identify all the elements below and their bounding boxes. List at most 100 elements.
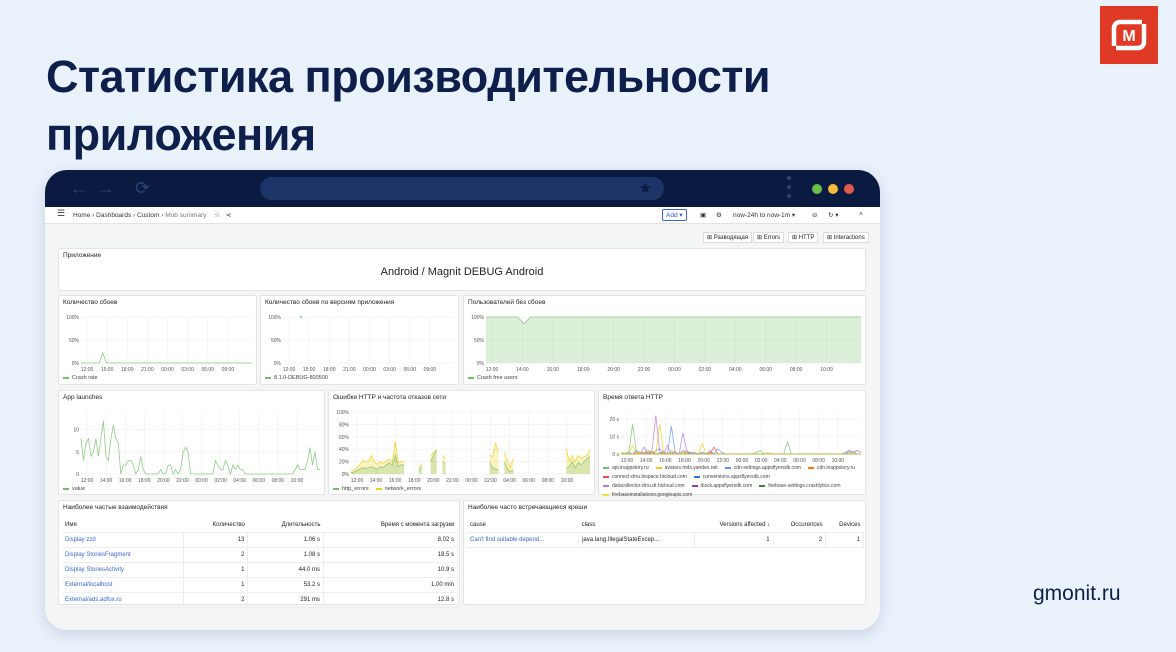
- row-link[interactable]: External/ads.adfox.ru: [65, 597, 122, 603]
- table-row: Display zzd 13 1.06 s 8.02 s: [62, 532, 459, 548]
- y-tick-label: 100%: [66, 315, 79, 321]
- back-icon[interactable]: ←: [70, 178, 88, 199]
- row-link[interactable]: Display zzd: [65, 537, 96, 543]
- legend-label: avatars.mds.yandex.net: [664, 465, 718, 471]
- legend-label: firebaseinstallations.googleapis.com: [612, 492, 693, 498]
- panel-http-errors: Ошибки HTTP и частота отказов сети 0% 20% 4…: [328, 390, 595, 495]
- legend-label: Crash rate: [72, 375, 98, 381]
- legend-item[interactable]: Crash free users: [468, 375, 518, 381]
- x-tick-label: 00:00: [195, 478, 208, 484]
- x-tick-label: 06:00: [252, 478, 265, 484]
- column-header[interactable]: Количество: [183, 518, 248, 533]
- legend-item[interactable]: 8.1.0-DEBUG-800500: [265, 375, 328, 381]
- table-row: External/localhost 1 53.2 s 1.00 min: [62, 577, 459, 593]
- legend-item[interactable]: network_errors: [375, 486, 421, 492]
- legend-item[interactable]: cdn-settings.appsflyersdk.com: [724, 465, 801, 471]
- legend-item[interactable]: connect-drru.hispace.hicloud.com: [603, 474, 687, 480]
- table-cell: 44.0 ms: [247, 562, 324, 578]
- breadcrumb-home[interactable]: Home: [73, 212, 90, 219]
- legend-item[interactable]: avatars.mds.yandex.net: [655, 465, 718, 471]
- address-bar[interactable]: ★: [260, 177, 664, 200]
- legend-item[interactable]: http_errors: [333, 486, 369, 492]
- legend-item[interactable]: cdn.inappstory.ru: [807, 465, 855, 471]
- favorite-star-icon[interactable]: ☆: [214, 212, 220, 219]
- link-interactions[interactable]: ⊞ Interactions: [823, 232, 869, 243]
- column-header[interactable]: Длительность: [247, 518, 324, 533]
- link-http[interactable]: ⊞ HTTP: [788, 232, 819, 243]
- x-tick-label: 09:00: [222, 367, 235, 373]
- legend-item[interactable]: value: [63, 486, 85, 492]
- row-link[interactable]: Can't find suitable depend...: [470, 537, 544, 543]
- row-link[interactable]: External/localhost: [65, 582, 112, 588]
- legend-label: Crash free users: [477, 375, 518, 381]
- time-range-picker[interactable]: now-24h to now-1m ▾: [733, 211, 795, 219]
- crash-chart: 0% 50% 100% 12:00 15:00 18:00 21:00 00:00 03:00 0…: [66, 315, 252, 373]
- kebab-menu-icon[interactable]: [787, 176, 791, 203]
- y-tick-label: 80%: [339, 422, 350, 428]
- column-header[interactable]: Versions affected ↓: [694, 518, 774, 533]
- link-razvodyashaya[interactable]: ⊞ Разводящая: [703, 232, 753, 243]
- x-tick-label: 16:00: [389, 478, 402, 484]
- column-header[interactable]: cause: [467, 518, 579, 533]
- column-header[interactable]: class: [578, 518, 695, 533]
- legend-item[interactable]: conversions.appsflyersdk.com: [693, 474, 770, 480]
- x-tick-label: 18:00: [577, 367, 590, 373]
- app-panel: Приложение Android / Magnit DEBUG Androi…: [58, 248, 866, 291]
- table-cell: 1.00 min: [323, 577, 459, 593]
- legend-item[interactable]: Crash rate: [63, 375, 98, 381]
- legend-swatch: [603, 475, 609, 478]
- collapse-icon[interactable]: ˄: [859, 211, 863, 218]
- reload-icon[interactable]: ⟳: [135, 178, 150, 199]
- row-link[interactable]: Display StoriesFragment: [65, 552, 131, 558]
- row-link[interactable]: Display StoriesActivity: [65, 567, 124, 573]
- table-row: Can't find suitable depend... java.lang.I…: [467, 532, 864, 548]
- legend-item[interactable]: firebase-settings.crashlytics.com: [759, 483, 840, 489]
- share-icon[interactable]: ⋖: [226, 212, 231, 219]
- column-header[interactable]: Время с момента загрузки: [323, 518, 458, 533]
- column-header[interactable]: Devices: [825, 518, 864, 533]
- zoom-out-icon[interactable]: ⊖: [812, 211, 817, 219]
- table-cell: 53.2 s: [247, 577, 324, 593]
- x-tick-label: 00:00: [363, 367, 376, 373]
- legend-item[interactable]: datacollector-drru.dt.hicloud.com: [603, 483, 685, 489]
- legend-label: api.inappstory.ru: [612, 465, 649, 471]
- x-tick-label: 00:00: [668, 367, 681, 373]
- table-cell: 2: [773, 532, 827, 548]
- x-tick-label: 10:00: [291, 478, 304, 484]
- x-tick-label: 08:00: [272, 478, 285, 484]
- forward-icon[interactable]: →: [97, 178, 115, 199]
- x-tick-label: 02:00: [484, 478, 497, 484]
- legend-label: disck.appsflyersdk.com: [700, 483, 753, 489]
- legend-item[interactable]: disck.appsflyersdk.com: [691, 483, 753, 489]
- legend: http_errors network_errors: [333, 485, 428, 494]
- legend: Crash free users: [468, 374, 525, 383]
- y-tick-label: 60%: [339, 435, 350, 441]
- star-icon[interactable]: ★: [639, 179, 652, 197]
- x-tick-label: 22:00: [446, 478, 459, 484]
- legend-swatch: [603, 466, 609, 469]
- legend-item[interactable]: api.inappstory.ru: [603, 465, 649, 471]
- refresh-button[interactable]: ↻ ▾: [828, 211, 839, 219]
- x-tick-label: 09:00: [424, 367, 437, 373]
- add-button[interactable]: Add ▾: [662, 209, 687, 221]
- interactions-table: Имя Количество Длительность Время с момента…: [62, 518, 459, 608]
- x-tick-label: 22:00: [638, 367, 651, 373]
- legend-swatch: [759, 484, 766, 487]
- link-errors[interactable]: ⊞ Errors: [753, 232, 785, 243]
- table-cell: Display StoriesFragment: [62, 547, 185, 563]
- table-cell: Display zzd: [62, 532, 185, 548]
- column-header[interactable]: Occurences: [773, 518, 826, 533]
- breadcrumb-custom[interactable]: Custom: [137, 212, 159, 219]
- legend-swatch: [693, 475, 700, 478]
- save-icon[interactable]: ▣: [700, 211, 706, 219]
- breadcrumb-dashboards[interactable]: Dashboards: [96, 212, 131, 219]
- http-errors-chart: 0% 20% 40% 60% 80% 100% 12:00 14:00 16:00 18:00 20…: [336, 410, 591, 484]
- y-tick-label: 50%: [474, 338, 485, 344]
- x-tick-label: 02:00: [699, 367, 712, 373]
- y-tick-label: 100%: [471, 315, 484, 321]
- table-cell: Display StoriesActivity: [62, 562, 185, 578]
- legend-item[interactable]: firebaseinstallations.googleapis.com: [603, 492, 692, 498]
- menu-icon[interactable]: ☰: [57, 208, 65, 219]
- settings-gear-icon[interactable]: ⚙: [716, 211, 722, 219]
- column-header[interactable]: Имя: [62, 518, 184, 533]
